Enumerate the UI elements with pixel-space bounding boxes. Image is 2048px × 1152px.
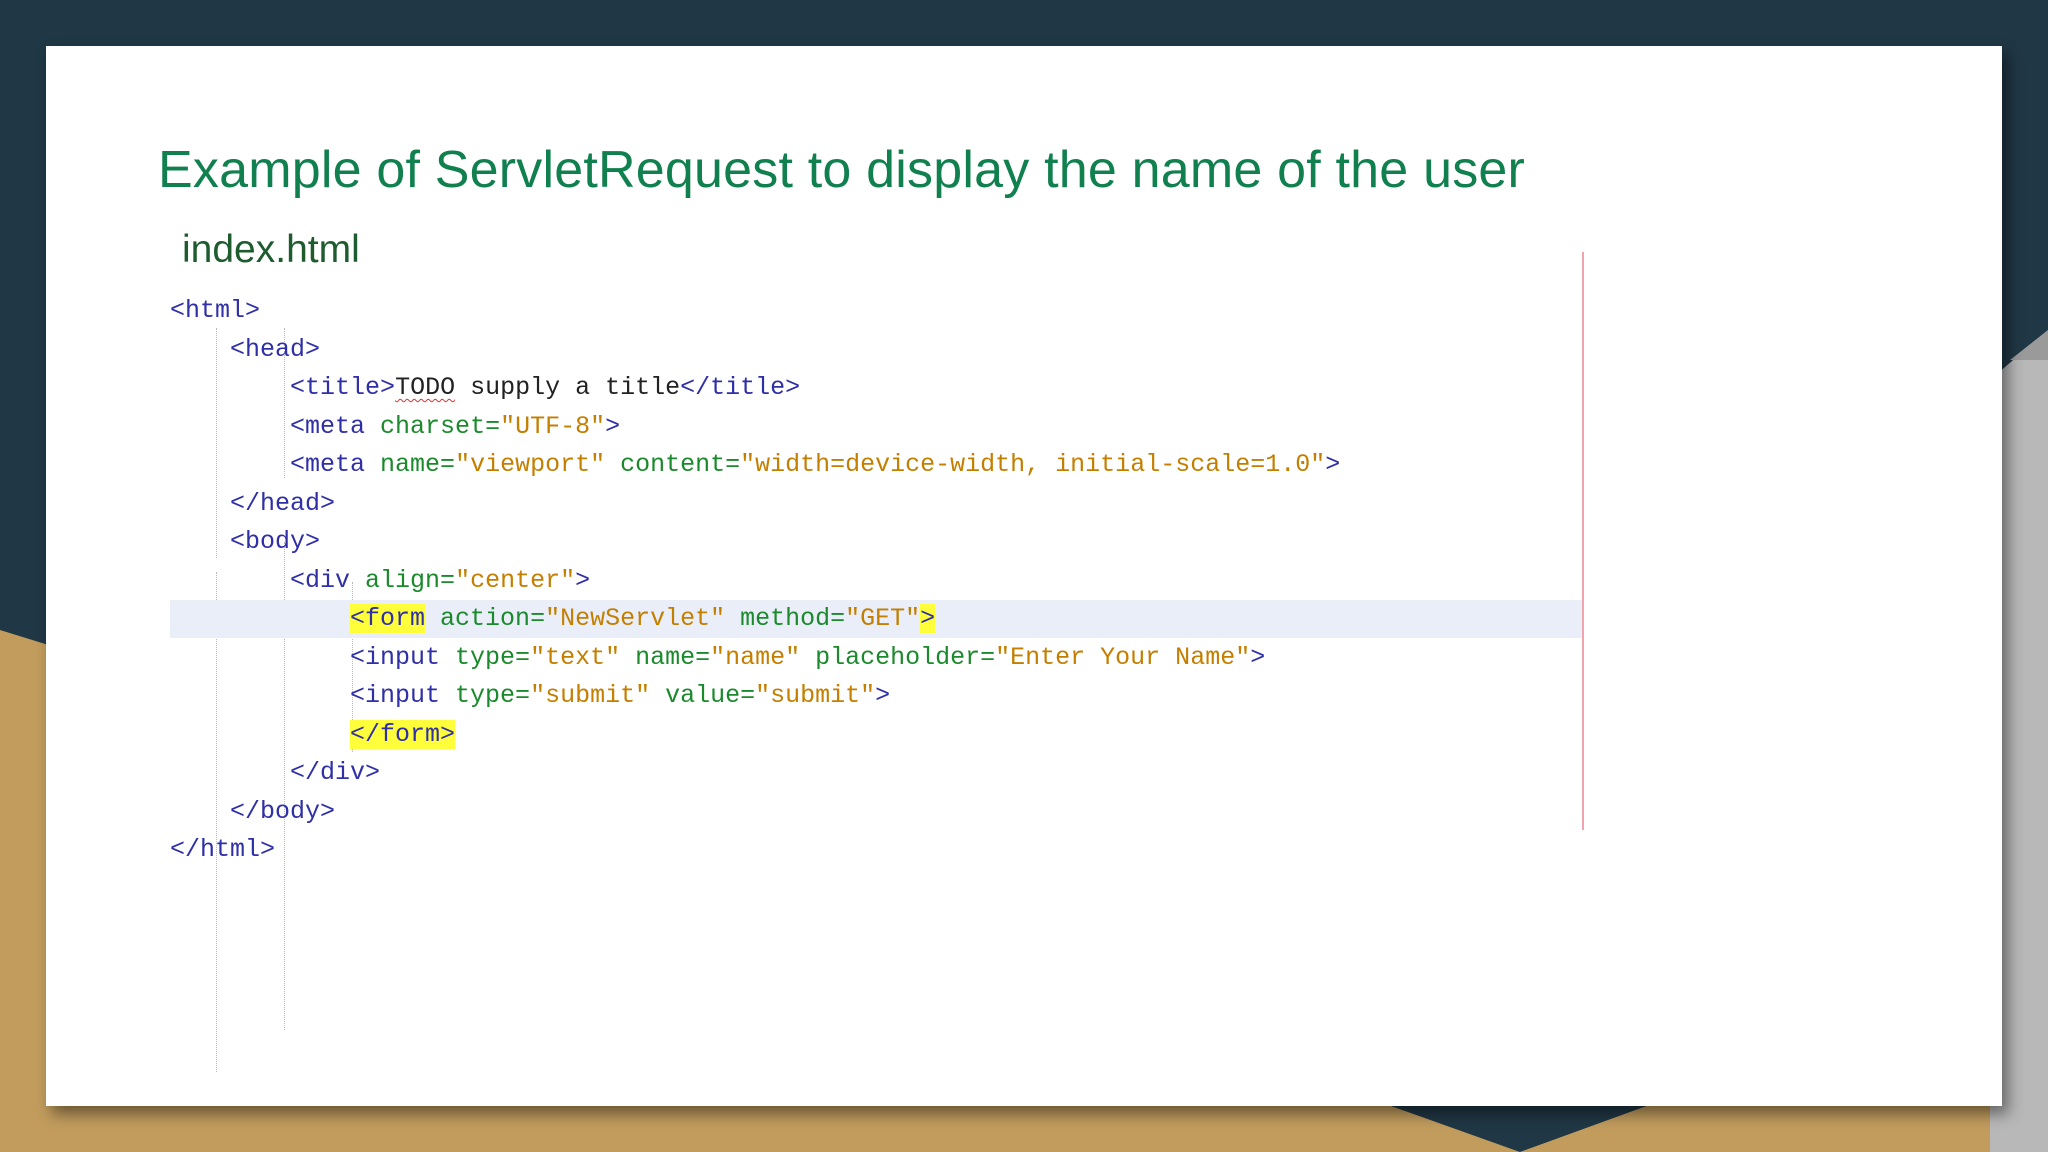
code-tag: > <box>605 412 621 441</box>
code-tag: </body> <box>230 797 336 826</box>
code-value: "submit" <box>755 681 876 710</box>
code-line: </head> <box>170 485 1582 523</box>
code-tag: <head> <box>230 335 321 364</box>
code-value: "UTF-8" <box>500 412 606 441</box>
code-line: </form> <box>170 716 1582 754</box>
code-line: <meta charset="UTF-8"> <box>170 408 1582 446</box>
code-attribute: type= <box>440 681 531 710</box>
code-tag: <meta <box>290 450 366 479</box>
code-tag: <input <box>350 681 441 710</box>
code-tag: <div <box>290 566 351 595</box>
code-attribute: placeholder= <box>800 643 996 672</box>
code-tag: > <box>875 681 891 710</box>
code-line: <title>TODO supply a title</title> <box>170 369 1582 407</box>
code-line: <html> <box>170 292 1582 330</box>
code-attribute: type= <box>440 643 531 672</box>
code-tag-highlighted: > <box>920 604 936 633</box>
code-text-misspelled: TODO <box>395 373 456 402</box>
code-attribute: name= <box>620 643 711 672</box>
code-attribute: charset= <box>365 412 501 441</box>
code-text: supply a title <box>455 373 681 402</box>
code-value: "NewServlet" <box>545 604 726 633</box>
code-line: <head> <box>170 331 1582 369</box>
code-tag: </html> <box>170 835 276 864</box>
code-tag-highlighted: <form <box>350 604 426 633</box>
code-tag: > <box>1325 450 1341 479</box>
code-attribute: content= <box>605 450 741 479</box>
code-tag-highlighted: </form> <box>350 720 456 749</box>
code-value: "Enter Your Name" <box>995 643 1251 672</box>
code-line: <input type="submit" value="submit"> <box>170 677 1582 715</box>
code-attribute: align= <box>350 566 456 595</box>
code-attribute: action= <box>425 604 546 633</box>
code-line: <meta name="viewport" content="width=dev… <box>170 446 1582 484</box>
code-tag: </head> <box>230 489 336 518</box>
code-value: "GET" <box>845 604 921 633</box>
code-value: "name" <box>710 643 801 672</box>
code-tag: > <box>1250 643 1266 672</box>
code-value: "text" <box>530 643 621 672</box>
code-tag: </title> <box>680 373 801 402</box>
code-tag: <input <box>350 643 441 672</box>
code-value: "submit" <box>530 681 651 710</box>
code-attribute: value= <box>650 681 756 710</box>
code-tag: <meta <box>290 412 366 441</box>
slide-title: Example of ServletRequest to display the… <box>158 141 1526 199</box>
code-value: "center" <box>455 566 576 595</box>
editor-right-margin-line <box>1582 252 1584 830</box>
code-tag: <title> <box>290 373 396 402</box>
code-line: <body> <box>170 523 1582 561</box>
code-tag: <html> <box>170 296 261 325</box>
code-line: </body> <box>170 793 1582 831</box>
code-attribute: method= <box>725 604 846 633</box>
code-attribute: name= <box>365 450 456 479</box>
code-line: <input type="text" name="name" placehold… <box>170 639 1582 677</box>
code-line: <div align="center"> <box>170 562 1582 600</box>
code-tag: <body> <box>230 527 321 556</box>
code-line: </html> <box>170 831 1582 869</box>
code-tag: > <box>575 566 591 595</box>
code-tag: </div> <box>290 758 381 787</box>
code-value: "viewport" <box>455 450 606 479</box>
code-line: </div> <box>170 754 1582 792</box>
code-line-current: <form action="NewServlet" method="GET"> <box>170 600 1582 638</box>
code-editor: <html> <head> <title>TODO supply a title… <box>170 252 1585 1072</box>
code-value: "width=device-width, initial-scale=1.0" <box>740 450 1326 479</box>
